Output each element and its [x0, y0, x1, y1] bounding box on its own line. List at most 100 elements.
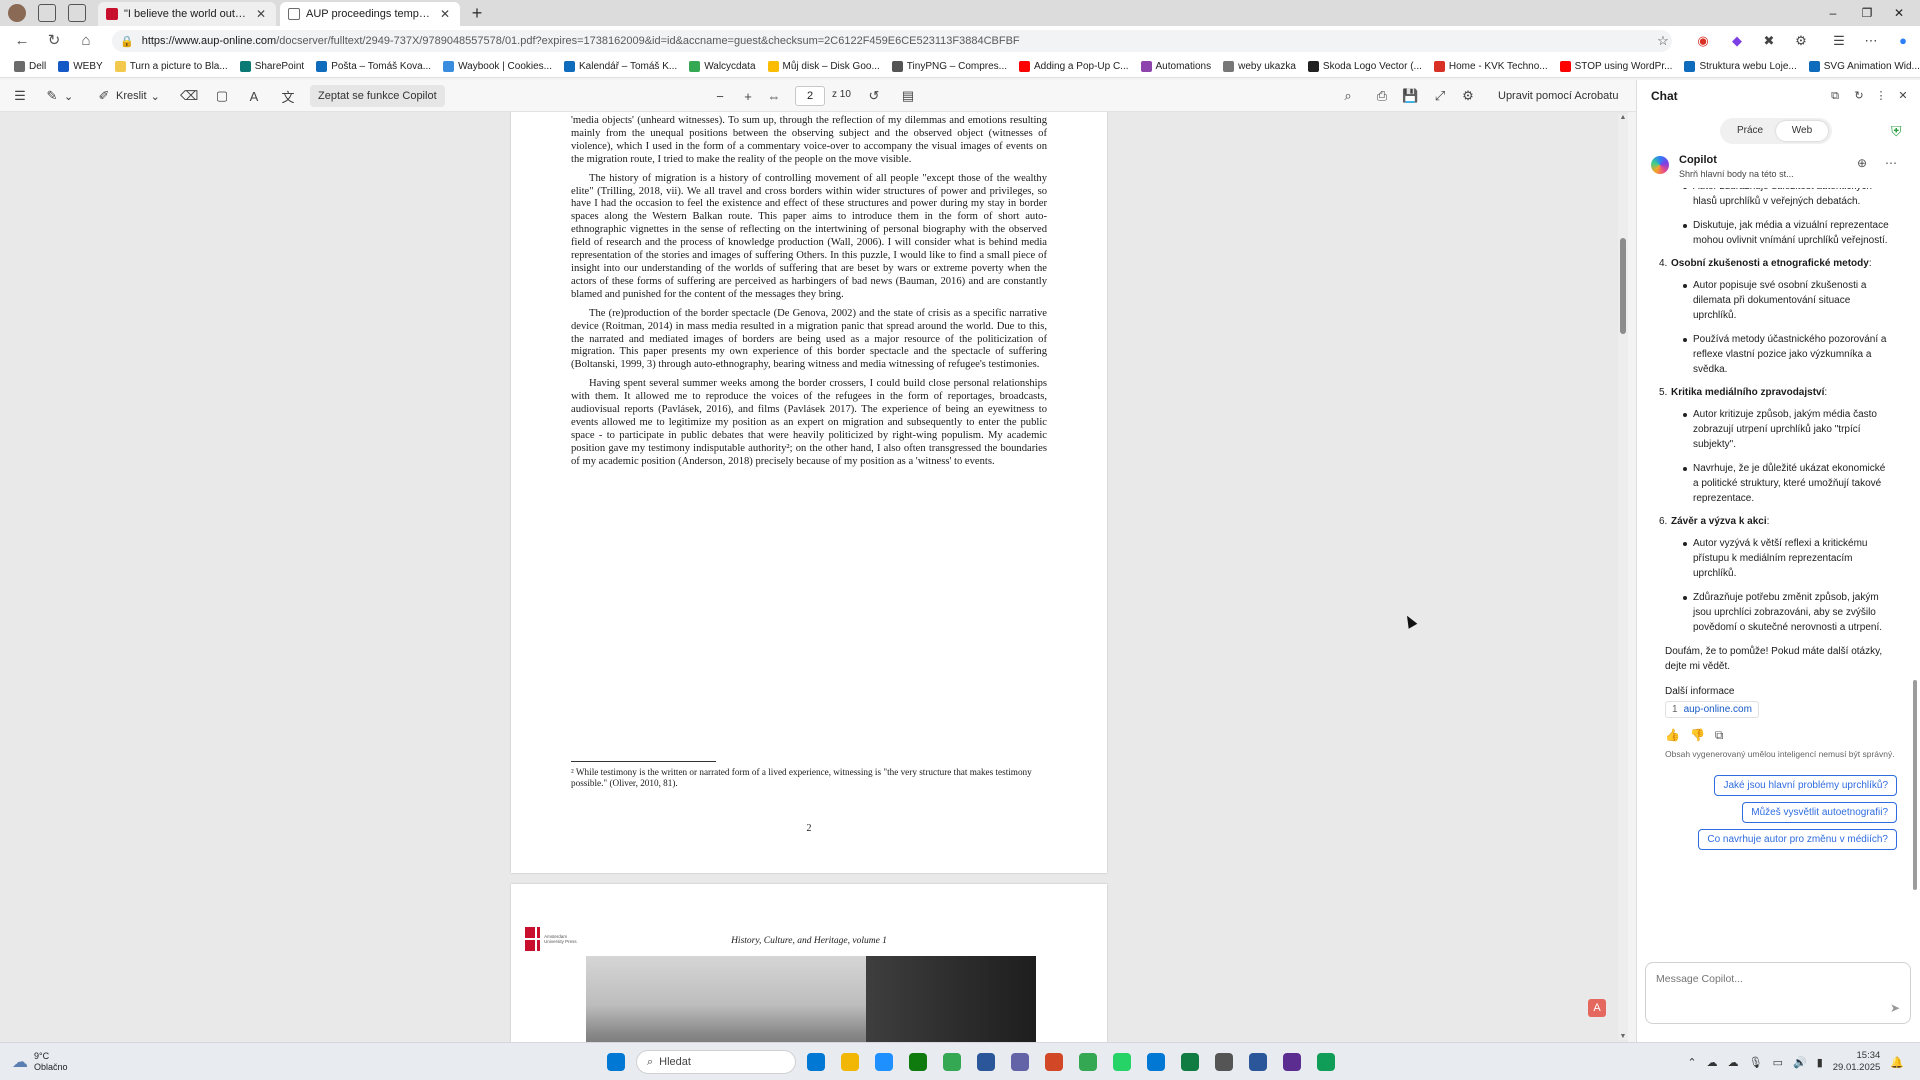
extension-puzzle-icon[interactable]: ✖ — [1760, 32, 1778, 50]
acrobat-icon[interactable]: A — [1588, 999, 1606, 1017]
refresh-icon[interactable]: ↻ — [44, 31, 64, 51]
new-tab-button[interactable]: + — [466, 2, 488, 24]
copilot-icon[interactable]: ● — [1894, 32, 1912, 50]
taskbar-app-icon[interactable] — [1074, 1048, 1102, 1076]
shield-check-icon[interactable]: ⛨ — [1891, 123, 1902, 140]
message-box[interactable]: ➤ — [1645, 962, 1911, 1024]
url-field[interactable]: 🔒 https://www.aup-online.com/docserver/f… — [112, 30, 1672, 52]
fit-page-button[interactable]: ⇔ — [766, 86, 782, 106]
suggestion-chip[interactable]: Jaké jsou hlavní problémy uprchlíků? — [1714, 775, 1897, 796]
taskbar-app-icon[interactable] — [836, 1048, 864, 1076]
bookmark-item[interactable]: Struktura webu Loje... — [1678, 57, 1802, 77]
extension-icon[interactable]: ◉ — [1694, 32, 1712, 50]
chat-scrollbar[interactable] — [1911, 180, 1919, 890]
suggestion-chip[interactable]: Můžeš vysvětlit autoetnografii? — [1742, 802, 1897, 823]
scrollbar-thumb[interactable] — [1620, 238, 1626, 334]
bookmark-item[interactable]: Adding a Pop-Up C... — [1013, 57, 1135, 77]
taskbar-app-icon[interactable] — [802, 1048, 830, 1076]
print-button[interactable]: ⎙ — [1374, 86, 1390, 106]
tab-aup-template[interactable]: AUP proceedings template ✕ — [280, 2, 460, 26]
taskbar-app-icon[interactable] — [1108, 1048, 1136, 1076]
bookmark-item[interactable]: SVG Animation Wid... — [1803, 57, 1920, 77]
taskbar-app-icon[interactable] — [1176, 1048, 1204, 1076]
settings-button[interactable]: ⚙ — [1460, 86, 1476, 106]
close-tab-icon[interactable]: ✕ — [254, 7, 268, 21]
extensions-icon[interactable]: ⚙ — [1792, 32, 1810, 50]
bookmark-item[interactable]: TinyPNG – Compres... — [886, 57, 1013, 77]
bookmark-item[interactable]: weby ukazka — [1217, 57, 1302, 77]
chevron-up-icon[interactable]: ⌃ — [1687, 1056, 1696, 1069]
workspaces-icon[interactable] — [38, 4, 56, 22]
clock[interactable]: 15:34 29.01.2025 — [1833, 1050, 1881, 1074]
taskbar-app-icon[interactable] — [938, 1048, 966, 1076]
read-aloud-button[interactable]: A — [246, 86, 262, 106]
taskbar-app-icon[interactable] — [1210, 1048, 1238, 1076]
source-chip[interactable]: 1 aup-online.com — [1665, 701, 1759, 718]
back-icon[interactable]: ← — [12, 31, 32, 51]
zoom-in-button[interactable]: + — [740, 86, 756, 106]
bookmark-item[interactable]: Waybook | Cookies... — [437, 57, 558, 77]
zoom-out-button[interactable]: − — [712, 86, 728, 106]
taskbar-search[interactable]: ⌕ Hledat — [636, 1050, 796, 1074]
send-icon[interactable]: ➤ — [1890, 1001, 1900, 1015]
bookmark-item[interactable]: Pošta – Tomáš Kova... — [310, 57, 437, 77]
bookmark-item[interactable]: Dell — [8, 57, 52, 77]
fullscreen-button[interactable]: ⤢ — [1432, 86, 1448, 106]
profile-avatar[interactable] — [8, 4, 26, 22]
more-options-icon[interactable]: ⋯ — [1862, 32, 1880, 50]
weather-widget[interactable]: ☁ 9°C Oblačno — [12, 1049, 68, 1075]
close-tab-icon[interactable]: ✕ — [438, 7, 452, 21]
copy-icon[interactable]: ⧉ — [1715, 728, 1724, 743]
taskbar-app-icon[interactable] — [1278, 1048, 1306, 1076]
taskbar-app-icon[interactable] — [1142, 1048, 1170, 1076]
home-icon[interactable]: ⌂ — [76, 31, 96, 51]
highlight-button[interactable]: ✎ ⌄ — [44, 86, 74, 106]
lock-icon[interactable]: 🔒 — [120, 35, 134, 48]
favorite-star-icon[interactable]: ☆ — [1654, 32, 1672, 50]
open-new-window-icon[interactable]: ⧉ — [1827, 88, 1843, 104]
more-options-icon[interactable]: ⋯ — [1885, 156, 1897, 170]
bookmark-item[interactable]: Walcycdata — [683, 57, 761, 77]
bookmark-item[interactable]: Home - KVK Techno... — [1428, 57, 1554, 77]
extension-colors-icon[interactable]: ◆ — [1728, 32, 1746, 50]
draw-button[interactable]: ✐ Kreslit ⌄ — [96, 86, 160, 106]
taskbar-app-icon[interactable] — [1312, 1048, 1340, 1076]
bookmark-item[interactable]: Kalendář – Tomáš K... — [558, 57, 683, 77]
network-icon[interactable]: ▭ — [1773, 1056, 1783, 1069]
mode-web-button[interactable]: Web — [1776, 121, 1828, 141]
pdf-viewer[interactable]: 'media objects' (unheard witnesses). To … — [0, 112, 1628, 1042]
text-button[interactable]: ▢ — [214, 86, 230, 106]
taskbar-app-icon[interactable] — [870, 1048, 898, 1076]
onedrive-icon[interactable]: ☁ — [1707, 1056, 1718, 1069]
contents-button[interactable]: ☰ — [12, 86, 28, 106]
chat-messages[interactable]: 3.Role médií a veřejné debaty:Autor zdůr… — [1637, 188, 1920, 948]
taskbar-app-icon[interactable] — [904, 1048, 932, 1076]
source-link[interactable]: aup-online.com — [1684, 704, 1752, 715]
page-number-input[interactable]: 2 — [795, 86, 825, 106]
bookmark-item[interactable]: Můj disk – Disk Goo... — [762, 57, 886, 77]
taskbar-app-icon[interactable] — [1006, 1048, 1034, 1076]
ask-copilot-button[interactable]: Zeptat se funkce Copilot — [310, 85, 445, 107]
thumbs-up-icon[interactable]: 👍 — [1665, 728, 1680, 743]
close-window-button[interactable]: ✕ — [1876, 0, 1920, 26]
suggestion-chip[interactable]: Co navrhuje autor pro změnu v médiích? — [1698, 829, 1897, 850]
close-icon[interactable]: ✕ — [1895, 88, 1911, 104]
taskbar-app-icon[interactable] — [972, 1048, 1000, 1076]
page-view-button[interactable]: ▤ — [900, 86, 916, 106]
start-button[interactable] — [602, 1048, 630, 1076]
search-button[interactable]: ⌕ — [1340, 86, 1356, 106]
bookmark-item[interactable]: WEBY — [52, 57, 108, 77]
bookmark-item[interactable]: Skoda Logo Vector (... — [1302, 57, 1428, 77]
notifications-icon[interactable]: 🔔 — [1890, 1056, 1904, 1069]
scroll-down-icon[interactable]: ▼ — [1618, 1033, 1628, 1040]
mode-work-button[interactable]: Práce — [1724, 121, 1776, 141]
rotate-button[interactable]: ↺ — [866, 86, 882, 106]
save-button[interactable]: 💾 — [1402, 86, 1418, 106]
eraser-button[interactable]: ⌫ — [180, 86, 198, 106]
thumbs-down-icon[interactable]: 👎 — [1690, 728, 1705, 743]
refresh-icon[interactable]: ↻ — [1851, 88, 1867, 104]
bookmark-item[interactable]: Automations — [1135, 57, 1218, 77]
document-scrollbar[interactable]: ▲ ▼ — [1618, 114, 1628, 1040]
microphone-icon[interactable]: 🎙 — [1749, 1056, 1763, 1069]
taskbar-app-icon[interactable] — [1244, 1048, 1272, 1076]
